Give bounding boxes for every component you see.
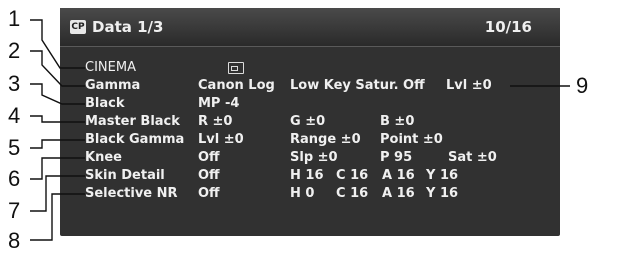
callout-leader-lines	[30, 19, 570, 241]
callout-8: 8	[8, 228, 21, 253]
callout-7: 7	[8, 198, 21, 223]
callout-5: 5	[8, 135, 21, 160]
leader-1	[30, 19, 85, 69]
callout-1: 1	[8, 6, 21, 31]
callout-2: 2	[8, 38, 21, 63]
callout-6: 6	[8, 166, 21, 191]
leader-3	[30, 83, 85, 105]
leader-8	[30, 193, 85, 241]
callout-3: 3	[8, 71, 21, 96]
callout-9: 9	[576, 73, 589, 98]
leader-4	[30, 115, 85, 123]
callout-4: 4	[8, 103, 21, 128]
leader-5	[30, 139, 85, 149]
